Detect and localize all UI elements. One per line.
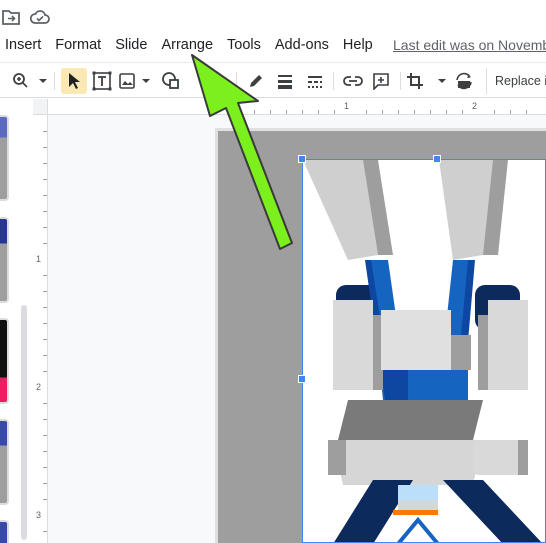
cloud-saved-icon[interactable]: [29, 9, 50, 25]
vertical-ruler: 1 2 3: [33, 115, 48, 543]
ruler-number: 1: [36, 254, 42, 264]
robot-illustration: [303, 160, 542, 542]
doc-status-row: [0, 0, 546, 32]
move-to-folder-icon[interactable]: [2, 9, 22, 25]
slide-thumbnail[interactable]: [0, 217, 9, 303]
select-cursor-icon[interactable]: [61, 68, 87, 94]
slide-filmstrip: [0, 99, 18, 543]
menu-help[interactable]: Help: [336, 32, 380, 58]
last-edit-link[interactable]: Last edit was on Novemb: [393, 32, 546, 58]
replace-image-button[interactable]: Replace in: [486, 68, 546, 94]
menu-slide[interactable]: Slide: [108, 32, 154, 58]
slide-thumbnail[interactable]: [0, 115, 9, 201]
menu-format[interactable]: Format: [48, 32, 108, 58]
zoom-icon[interactable]: [10, 68, 50, 94]
pen-icon[interactable]: [244, 68, 268, 94]
resize-handle-left[interactable]: [298, 375, 306, 383]
ruler-number: 3: [36, 510, 42, 520]
slide-thumbnail[interactable]: [0, 419, 9, 505]
comment-icon[interactable]: [369, 68, 393, 94]
filmstrip-scrollbar[interactable]: [21, 305, 27, 540]
selected-image[interactable]: [302, 159, 546, 543]
slide-thumbnail[interactable]: [0, 318, 9, 404]
horizontal-ruler: 1 2: [48, 99, 546, 115]
link-icon[interactable]: [340, 68, 366, 94]
ruler-corner: [33, 99, 48, 115]
menu-addons[interactable]: Add-ons: [268, 32, 336, 58]
replace-image-icon[interactable]: [452, 68, 476, 94]
ruler-number: 2: [36, 382, 42, 392]
toolbar: Replace in: [0, 62, 546, 98]
resize-handle-top-left[interactable]: [298, 155, 306, 163]
line-weight-icon[interactable]: [273, 68, 297, 94]
menu-tools[interactable]: Tools: [220, 32, 268, 58]
text-box-icon[interactable]: [90, 68, 114, 94]
image-icon[interactable]: [118, 68, 152, 94]
resize-handle-top[interactable]: [433, 155, 441, 163]
menu-arrange[interactable]: Arrange: [154, 32, 220, 58]
ruler-number: 2: [472, 101, 478, 111]
ruler-number: 1: [344, 101, 350, 111]
shape-icon[interactable]: [158, 68, 184, 94]
crop-icon[interactable]: [406, 68, 450, 94]
menu-insert[interactable]: Insert: [0, 32, 48, 58]
line-dash-icon[interactable]: [303, 68, 327, 94]
slide-thumbnail[interactable]: [0, 520, 9, 543]
